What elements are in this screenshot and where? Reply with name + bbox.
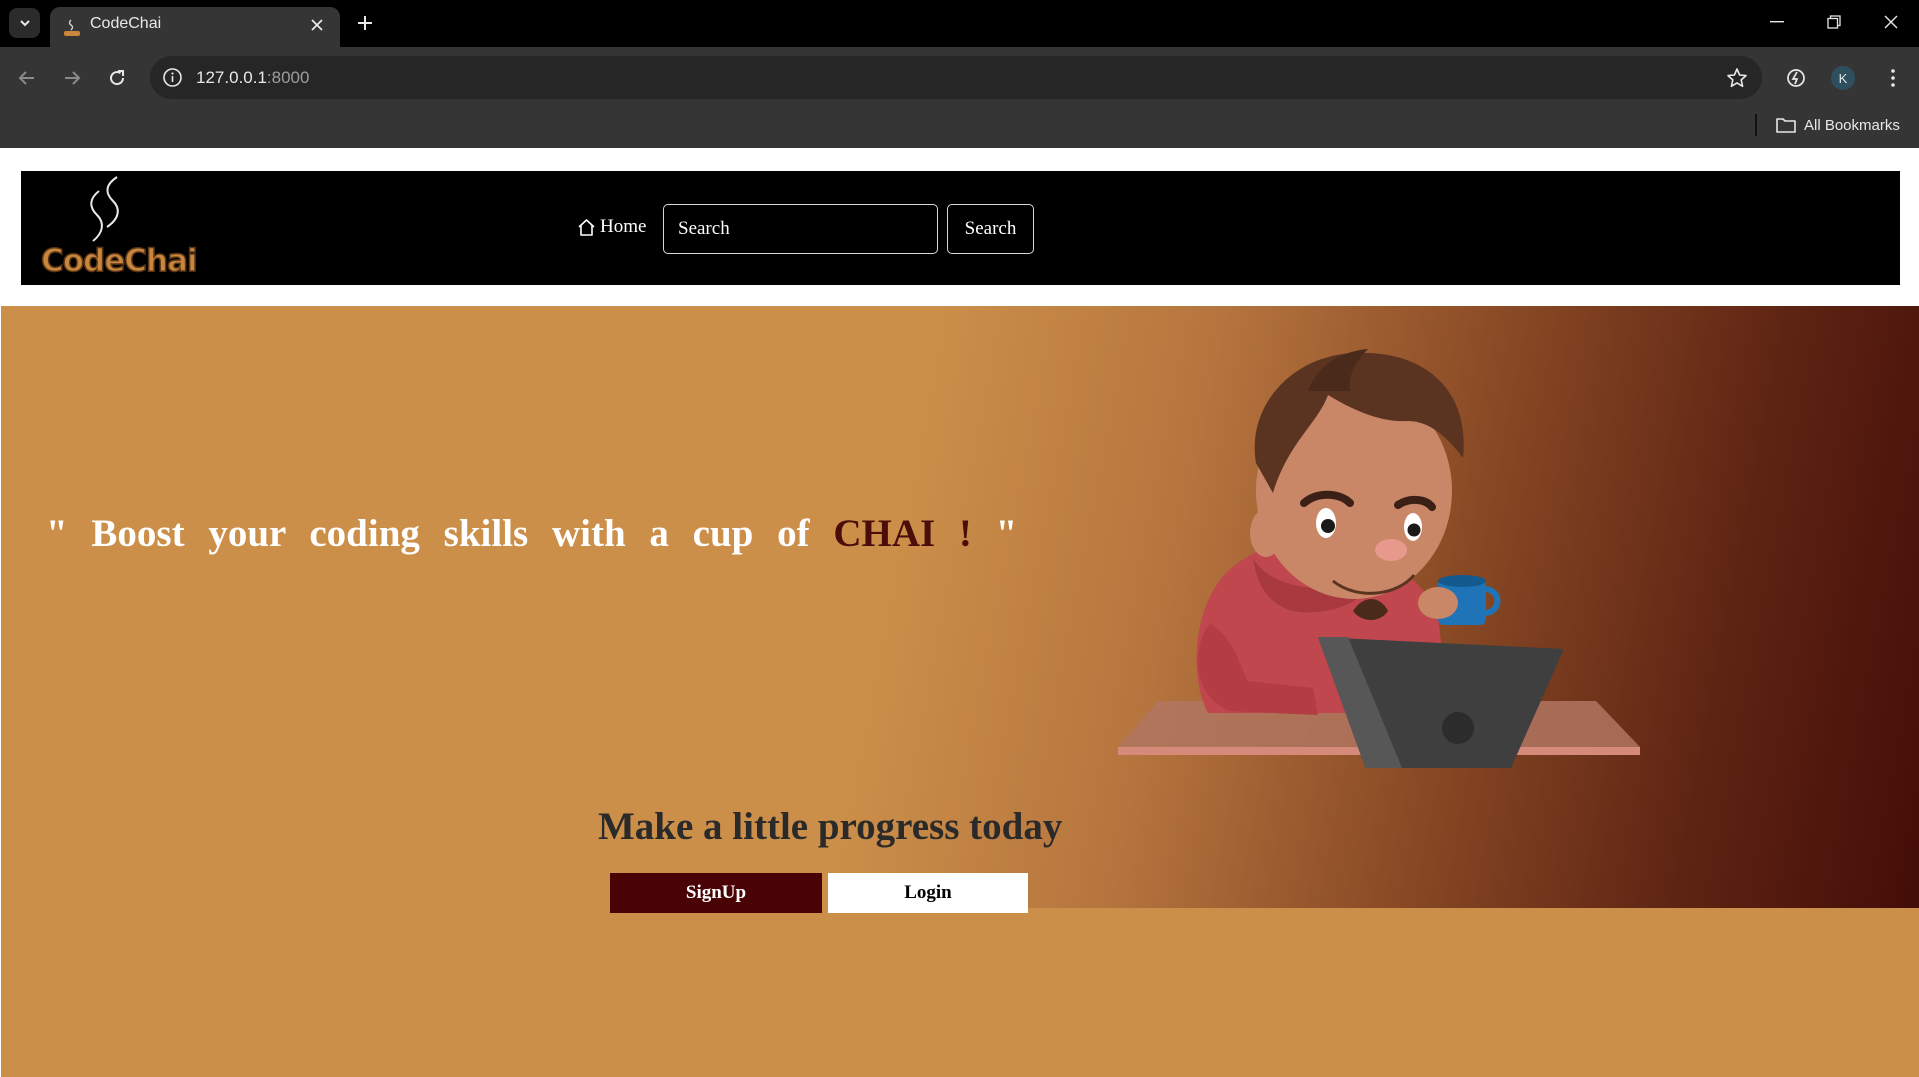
arrow-left-icon <box>18 71 34 85</box>
tab-close-icon[interactable] <box>306 14 328 36</box>
site-logo[interactable]: CodeChai <box>39 171 198 285</box>
folder-icon <box>1776 118 1796 133</box>
browser-menu-button[interactable] <box>1876 61 1910 95</box>
avatar: K <box>1831 66 1855 90</box>
login-button[interactable]: Login <box>828 873 1028 913</box>
all-bookmarks-button[interactable]: All Bookmarks <box>1776 111 1900 139</box>
url-host: 127.0.0.1 <box>196 68 267 87</box>
bookmarks-bar: All Bookmarks <box>0 108 1919 148</box>
all-bookmarks-label: All Bookmarks <box>1804 116 1900 134</box>
browser-toolbar: 127.0.0.1:8000 K <box>0 47 1919 108</box>
more-vertical-icon <box>1891 69 1895 87</box>
hero-section: " Boost your coding skills with a cup of… <box>1 306 1919 1077</box>
profile-button[interactable]: K <box>1826 61 1860 95</box>
home-icon <box>578 218 595 236</box>
tagline-highlight: CHAI ! <box>833 512 996 555</box>
address-bar[interactable]: 127.0.0.1:8000 <box>150 56 1762 99</box>
forward-button[interactable] <box>55 61 89 95</box>
close-icon <box>1884 15 1898 29</box>
tagline-text: " Boost your coding skills with a cup of <box>46 512 834 555</box>
search-input[interactable] <box>663 204 938 254</box>
bookmark-star-icon[interactable] <box>1726 67 1748 89</box>
search-button[interactable]: Search <box>947 204 1034 254</box>
new-tab-button[interactable] <box>352 10 378 36</box>
arrow-right-icon <box>65 71 81 85</box>
reload-button[interactable] <box>100 61 134 95</box>
codechai-favicon-icon <box>64 19 80 36</box>
chevron-down-icon <box>19 20 30 27</box>
minimize-button[interactable] <box>1749 0 1805 44</box>
tab-list-button[interactable] <box>9 8 40 38</box>
reload-icon <box>110 70 125 86</box>
plus-icon <box>358 16 372 30</box>
bookmarks-divider <box>1755 114 1757 136</box>
web-page: CodeChai Home Search " Boost your coding… <box>0 148 1919 1077</box>
restore-icon <box>1827 15 1841 29</box>
minimize-icon <box>1770 21 1784 23</box>
hero-lower-band <box>1 908 1919 1077</box>
tab-title: CodeChai <box>90 15 162 32</box>
extension-button[interactable] <box>1779 61 1813 95</box>
site-navbar: CodeChai Home Search <box>21 171 1900 285</box>
browser-tab[interactable]: CodeChai <box>50 7 340 47</box>
url-text: 127.0.0.1:8000 <box>196 56 309 99</box>
back-button[interactable] <box>10 61 44 95</box>
performance-icon <box>1787 69 1805 87</box>
restore-button[interactable] <box>1806 0 1862 44</box>
nav-home-link[interactable]: Home <box>577 216 646 238</box>
hero-tagline: " Boost your coding skills with a cup of… <box>46 511 1017 556</box>
site-info-icon[interactable] <box>162 67 183 88</box>
hero-subtitle: Make a little progress today <box>598 805 1063 848</box>
nav-home-label: Home <box>600 216 647 237</box>
tagline-close-quote: " <box>995 512 1018 555</box>
coder-drinking-chai-illustration <box>1118 349 1640 768</box>
signup-button[interactable]: SignUp <box>610 873 822 913</box>
url-port: :8000 <box>266 68 310 87</box>
steam-icon <box>90 176 119 242</box>
browser-tab-strip: CodeChai <box>0 0 1919 47</box>
logo-text: CodeChai <box>40 242 198 280</box>
close-window-button[interactable] <box>1863 0 1919 44</box>
